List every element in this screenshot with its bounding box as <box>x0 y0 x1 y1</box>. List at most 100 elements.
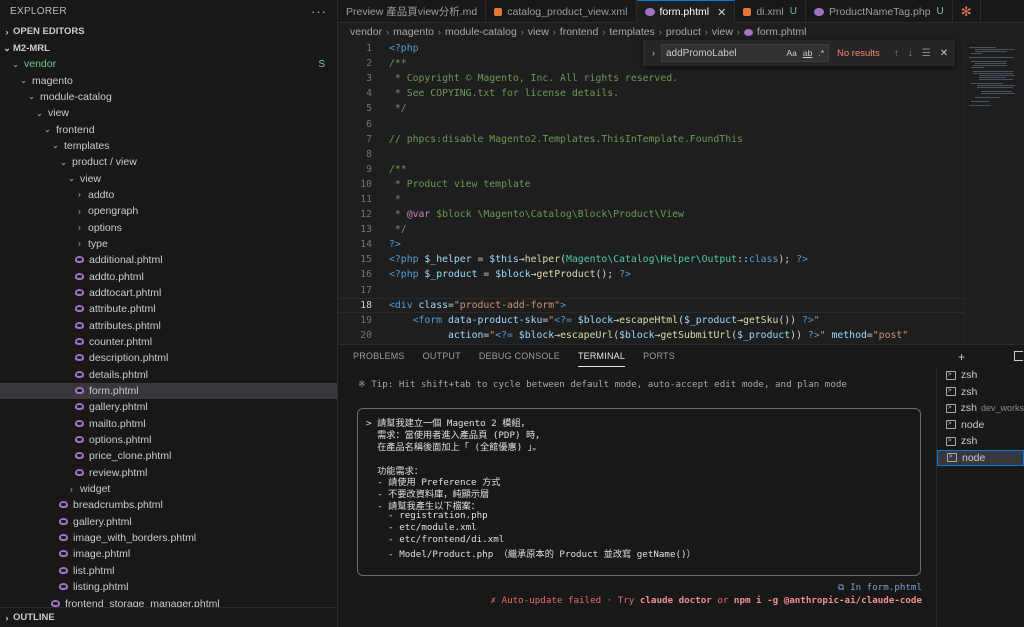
terminal-instance[interactable]: > zsh <box>937 367 1024 384</box>
more-actions-icon[interactable]: ··· <box>311 4 327 19</box>
editor-tab[interactable]: di.xml U <box>735 0 806 23</box>
code-text: <?php $_product = $block→getProduct(); ?… <box>389 269 631 281</box>
editor-tab[interactable]: Preview 產品頁view分析.md <box>338 0 487 23</box>
tree-item-label: frontend <box>56 123 95 136</box>
code-line: 7 // phpcs:disable Magento2.Templates.Thi… <box>338 132 964 147</box>
tree-file[interactable]: counter.phtml <box>0 334 337 350</box>
tree-item-label: attribute.phtml <box>89 303 156 316</box>
line-number: 15 <box>360 254 372 266</box>
line-number: 17 <box>360 284 372 296</box>
php-file-icon <box>74 419 86 428</box>
breadcrumb-item[interactable]: form.phtml <box>757 26 807 38</box>
tree-file[interactable]: list.phtml <box>0 563 337 579</box>
find-input[interactable]: addPromoLabel Aa ab .* <box>661 44 829 62</box>
tree-item-label: templates <box>64 139 110 152</box>
open-editors-section[interactable]: › OPEN EDITORS <box>0 23 337 40</box>
breadcrumb-item[interactable]: vendor <box>350 26 382 38</box>
editor-tab[interactable]: form.phtml ✕ <box>636 0 736 23</box>
tree-file[interactable]: image.phtml <box>0 546 337 562</box>
breadcrumb-item[interactable]: view <box>528 26 549 38</box>
minimap[interactable] <box>964 41 1024 344</box>
tree-file[interactable]: form.phtml <box>0 382 337 400</box>
breadcrumb-item[interactable]: templates <box>609 26 655 38</box>
find-result-status: No results <box>837 47 880 59</box>
close-icon[interactable]: ✕ <box>940 48 948 59</box>
match-case-icon[interactable]: Aa <box>786 48 796 58</box>
outline-section[interactable]: › OUTLINE <box>0 607 337 627</box>
tab-problems[interactable]: PROBLEMS <box>353 345 405 367</box>
tree-item-label: attributes.phtml <box>89 319 161 332</box>
tree-folder[interactable]: ⌄ view <box>0 170 337 186</box>
tree-folder[interactable]: ⌄ magento <box>0 72 337 88</box>
code-text: * Copyright © Magento, Inc. All rights r… <box>389 73 679 85</box>
tree-file[interactable]: image_with_borders.phtml <box>0 530 337 546</box>
whole-word-icon[interactable]: ab <box>803 48 812 58</box>
editor-tab[interactable]: catalog_product_view.xml <box>486 0 637 23</box>
tree-file[interactable]: options.phtml <box>0 432 337 448</box>
tree-folder[interactable]: ⌄ templates <box>0 138 337 154</box>
tree-file[interactable]: addtocart.phtml <box>0 285 337 301</box>
minimap-line <box>971 67 984 68</box>
tree-folder[interactable]: ⌄ product / view <box>0 154 337 170</box>
tree-file[interactable]: price_clone.phtml <box>0 448 337 464</box>
tree-folder[interactable]: › type <box>0 236 337 252</box>
terminal-instance[interactable]: > zsh dev_works <box>937 400 1024 417</box>
editor-tab[interactable]: ProductNameTag.php U <box>806 0 953 23</box>
tree-file[interactable]: attributes.phtml <box>0 318 337 334</box>
tree-folder[interactable]: › options <box>0 219 337 235</box>
workspace-label: M2-MRL <box>13 43 50 54</box>
breadcrumb-item[interactable]: frontend <box>560 26 599 38</box>
claude-icon[interactable]: ✻ <box>953 0 981 23</box>
terminal-instance[interactable]: > zsh <box>937 384 1024 401</box>
code-line: 4 * See COPYING.txt for license details. <box>338 86 964 101</box>
previous-match-icon[interactable]: ↑ <box>894 48 899 59</box>
find-in-selection-icon[interactable]: ☰ <box>922 48 931 59</box>
tab-ports[interactable]: PORTS <box>643 345 675 367</box>
regex-icon[interactable]: .* <box>818 48 824 58</box>
terminal-instance[interactable]: > node <box>937 417 1024 434</box>
tab-terminal[interactable]: TERMINAL <box>577 345 626 367</box>
code-text: <div class="product-add-form"> <box>389 299 566 311</box>
breadcrumb-item[interactable]: view <box>712 26 733 38</box>
close-icon[interactable]: ✕ <box>717 6 726 19</box>
workspace-section[interactable]: ⌄ M2-MRL <box>0 40 337 57</box>
tree-file[interactable]: breadcrumbs.phtml <box>0 497 337 513</box>
tree-file[interactable]: mailto.phtml <box>0 416 337 432</box>
tree-file[interactable]: additional.phtml <box>0 252 337 268</box>
breadcrumb-item[interactable]: product <box>666 26 701 38</box>
tree-file[interactable]: gallery.phtml <box>0 514 337 530</box>
toggle-replace-icon[interactable]: › <box>652 48 655 58</box>
terminal-instance[interactable]: > zsh <box>937 433 1024 450</box>
breadcrumb-item[interactable]: magento <box>393 26 434 38</box>
tree-folder[interactable]: ⌄ view <box>0 105 337 121</box>
minimap-line <box>979 75 1015 76</box>
breadcrumb-item[interactable]: module-catalog <box>445 26 517 38</box>
next-match-icon[interactable]: ↓ <box>908 48 913 59</box>
tree-folder[interactable]: › addto <box>0 187 337 203</box>
tree-file[interactable]: details.phtml <box>0 367 337 383</box>
code-editor[interactable]: 1 <?php 2/** 3 * Copyright © Magento, Inc. … <box>338 41 964 344</box>
chevron-right-icon: › <box>552 27 556 37</box>
chevron-right-icon: › <box>437 27 441 37</box>
terminal-instance[interactable]: > node <box>937 449 1024 466</box>
tree-item-label: addtocart.phtml <box>89 286 162 299</box>
tree-folder[interactable]: ⌄ vendor S <box>0 56 337 72</box>
tree-file[interactable]: listing.phtml <box>0 579 337 595</box>
tree-folder[interactable]: ⌄ module-catalog <box>0 89 337 105</box>
terminal-layout-icon[interactable] <box>1014 351 1023 361</box>
terminal-output[interactable]: ※ Tip: Hit shift+tab to cycle between de… <box>338 367 936 627</box>
tab-debug-console[interactable]: DEBUG CONSOLE <box>479 345 560 367</box>
tree-file[interactable]: description.phtml <box>0 350 337 366</box>
new-terminal-icon[interactable]: + <box>958 350 965 364</box>
tree-folder[interactable]: ⌄ frontend <box>0 121 337 137</box>
tree-item-label: review.phtml <box>89 466 148 479</box>
tree-file[interactable]: review.phtml <box>0 465 337 481</box>
claude-prompt-box[interactable]: > 請幫我建立一個 Magento 2 模組， 需求：當使用者進入產品頁 (PD… <box>357 408 921 576</box>
tab-output[interactable]: OUTPUT <box>423 345 461 367</box>
tree-folder[interactable]: › widget <box>0 481 337 497</box>
tree-file[interactable]: attribute.phtml <box>0 301 337 317</box>
chevron-down-icon: ⌄ <box>44 125 51 135</box>
tree-file[interactable]: gallery.phtml <box>0 399 337 415</box>
tree-folder[interactable]: › opengraph <box>0 203 337 219</box>
tree-file[interactable]: addto.phtml <box>0 268 337 284</box>
